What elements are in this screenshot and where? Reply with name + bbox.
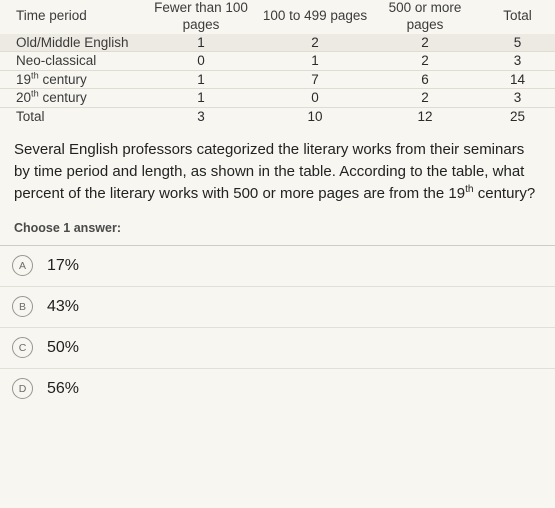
cell-value: 5 — [480, 33, 555, 53]
radio-bubble-c[interactable]: C — [12, 337, 33, 359]
row-label: 20th century — [0, 88, 142, 108]
radio-bubble-b[interactable]: B — [12, 296, 33, 318]
cell-value: 2 — [370, 51, 480, 71]
cell-value: 6 — [370, 70, 480, 90]
table-header-fewer-than-100: Fewer than 100 pages — [154, 0, 248, 32]
table-header-row: Time period Fewer than 100 pages 100 to … — [0, 0, 555, 34]
cell-value: 1 — [260, 51, 370, 71]
answer-label-d: 56% — [47, 379, 80, 397]
cell-value: 2 — [260, 33, 370, 53]
table-row: Total 3 10 12 25 — [0, 107, 555, 125]
cell-value: 1 — [142, 33, 260, 53]
cell-value: 25 — [509, 108, 526, 124]
row-label-text: Old/Middle English — [16, 34, 129, 50]
answer-label-b: 43% — [47, 297, 80, 315]
row-label-text: 20 — [16, 90, 32, 106]
question-part-2: century? — [473, 184, 536, 202]
table-row: Neo-classical 0 1 2 3 — [0, 51, 555, 71]
row-label: Total — [0, 107, 142, 125]
answer-list: A 17% B 43% C 50% D 56% — [0, 244, 555, 409]
table-header-500-or-more: 500 or more pages — [388, 0, 462, 32]
table-row: Old/Middle English 1 2 2 5 — [0, 33, 555, 53]
row-label: 19th century — [0, 70, 142, 90]
table-row: 19th century 1 7 6 14 — [0, 70, 555, 90]
cell-value: 3 — [480, 51, 555, 71]
row-label: Old/Middle English — [0, 33, 142, 53]
answer-option-d[interactable]: D 56% — [0, 369, 555, 409]
row-label-suffix: century — [38, 90, 87, 106]
cell-value: 3 — [197, 108, 205, 124]
cell-value: 1 — [142, 70, 260, 90]
radio-bubble-a[interactable]: A — [12, 255, 33, 277]
literary-works-table: Time period Fewer than 100 pages 100 to … — [0, 0, 555, 125]
cell-value: 12 — [417, 108, 433, 124]
question-text: Several English professors categorized t… — [0, 125, 555, 204]
cell-value: 0 — [260, 88, 370, 108]
answer-label-a: 17% — [47, 256, 80, 274]
cell-value: 0 — [142, 51, 260, 71]
cell-value: 3 — [480, 88, 555, 108]
row-label-suffix: century — [38, 71, 87, 87]
question-part-1: Several English professors categorized t… — [14, 141, 525, 202]
row-label-superscript: th — [31, 70, 39, 81]
cell-value: 1 — [142, 88, 260, 108]
cell-value: 2 — [370, 33, 480, 53]
answer-label-c: 50% — [47, 338, 80, 356]
table-header-100-to-499: 100 to 499 pages — [262, 8, 368, 24]
row-label-text: Total — [16, 108, 45, 124]
table-header-total: Total — [503, 8, 532, 24]
cell-value: 10 — [307, 108, 323, 124]
answer-option-a[interactable]: A 17% — [0, 246, 555, 287]
row-label-superscript: th — [31, 88, 39, 99]
row-label: Neo-classical — [0, 51, 142, 71]
question-superscript: th — [465, 183, 474, 195]
answer-option-c[interactable]: C 50% — [0, 328, 555, 369]
cell-value: 14 — [480, 70, 555, 90]
cell-value: 2 — [370, 88, 480, 108]
radio-bubble-d[interactable]: D — [12, 378, 33, 400]
cell-value: 7 — [260, 70, 370, 90]
table-header-time-period: Time period — [16, 8, 87, 24]
table-row: 20th century 1 0 2 3 — [0, 88, 555, 108]
answer-option-b[interactable]: B 43% — [0, 287, 555, 328]
row-label-text: 19 — [16, 71, 32, 87]
question-page: Time period Fewer than 100 pages 100 to … — [0, 0, 555, 508]
choose-answer-label: Choose 1 answer: — [14, 220, 121, 235]
row-label-text: Neo-classical — [16, 53, 97, 69]
